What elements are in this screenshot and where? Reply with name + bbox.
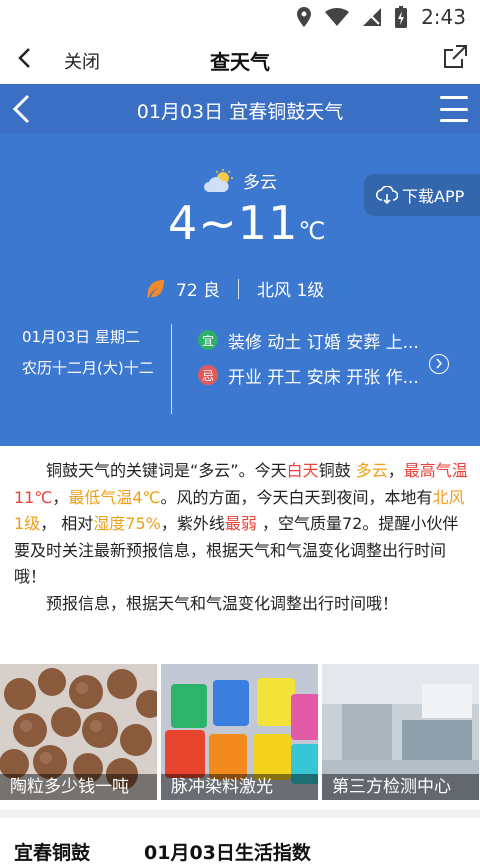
- text: ，: [52, 487, 69, 507]
- life-index-title: 01月03日生活指数: [144, 842, 311, 864]
- yi-text: 装修 动土 订婚 安葬 上...: [228, 332, 419, 353]
- ad-card[interactable]: 陶粒多少钱一吨: [0, 664, 157, 800]
- cloud-download-icon: [376, 186, 398, 204]
- open-external-button[interactable]: [442, 44, 470, 72]
- ad-card[interactable]: 脉冲染料激光: [161, 664, 318, 800]
- temperature-range: 4~11℃: [168, 196, 326, 250]
- weather-description: 铜鼓天气的关键词是“多云”。今天白天铜鼓 多云，最高气温11℃，最低气温4℃。风…: [14, 458, 468, 618]
- menu-line: [440, 96, 468, 99]
- no-sim-icon: [363, 8, 382, 26]
- ad-caption: 陶粒多少钱一吨: [0, 774, 157, 800]
- text: 铜鼓天气的关键词是“多云”。今天: [46, 461, 287, 480]
- temperature-unit: ℃: [298, 217, 327, 245]
- menu-line: [440, 107, 468, 111]
- life-index-header: 宜春铜鼓 01月03日生活指数: [14, 838, 311, 865]
- text: 。风的方面，今天白天到夜间，本地有: [160, 487, 433, 507]
- chevron-right-icon: [436, 358, 443, 369]
- date-info: 01月03日 星期二 农历十二月(大)十二: [22, 326, 162, 380]
- life-index-location: 宜春铜鼓: [14, 842, 91, 864]
- close-button[interactable]: 关闭: [64, 48, 100, 74]
- download-app-label: 下载APP: [402, 187, 465, 206]
- almanac-ji-row: 忌 开业 开工 安床 开张 作...: [198, 363, 438, 387]
- wifi-icon: [325, 8, 350, 26]
- text: 铜鼓: [318, 461, 356, 480]
- temperature-value: 4~11: [168, 196, 299, 250]
- ad-strip: 陶粒多少钱一吨 脉冲染料激光 第三方检测中心: [0, 664, 480, 800]
- lunar-date: 农历十二月(大)十二: [22, 359, 154, 377]
- wind-info: 北风 1级: [257, 281, 325, 301]
- chevron-left-icon: [18, 48, 30, 68]
- ji-text: 开业 开工 安床 开张 作...: [228, 367, 419, 388]
- almanac-more-button[interactable]: [429, 354, 449, 374]
- partly-cloudy-icon: [204, 168, 233, 192]
- highlight-condition: 多云: [355, 461, 388, 480]
- text: ， 相对: [40, 514, 94, 534]
- ad-caption: 第三方检测中心: [322, 774, 479, 800]
- weather-nav-bar: 01月03日 宜春铜鼓天气: [0, 84, 480, 134]
- download-app-button[interactable]: 下载APP: [364, 174, 480, 216]
- text: ，紫外线: [160, 514, 225, 534]
- text: ，: [387, 461, 404, 480]
- status-time: 2:43: [421, 5, 466, 29]
- solar-date: 01月03日 星期二: [22, 328, 140, 346]
- battery-charging-icon: [395, 6, 408, 28]
- air-wind-row: 72 良 北风 1级: [146, 276, 324, 301]
- yi-badge: 宜: [198, 330, 218, 350]
- almanac[interactable]: 宜 装修 动土 订婚 安葬 上... 忌 开业 开工 安床 开张 作...: [198, 328, 438, 398]
- back-button[interactable]: [8, 42, 40, 74]
- almanac-yi-row: 宜 装修 动土 订婚 安葬 上...: [198, 328, 438, 352]
- highlight-uv: 最弱: [224, 514, 257, 534]
- status-icons: 2:43: [297, 0, 466, 34]
- separator: [238, 278, 240, 299]
- highlight-humidity: 湿度75%: [93, 514, 161, 534]
- weather-nav-title: 01月03日 宜春铜鼓天气: [136, 101, 344, 123]
- ad-card[interactable]: 第三方检测中心: [322, 664, 479, 800]
- section-divider: [0, 810, 480, 818]
- location-icon: [297, 7, 312, 27]
- vertical-divider: [171, 324, 172, 414]
- weather-condition: 多云: [243, 173, 277, 193]
- description-paragraph: 铜鼓天气的关键词是“多云”。今天白天铜鼓 多云，最高气温11℃，最低气温4℃。风…: [14, 458, 468, 591]
- app-bar: 关闭 查天气: [0, 34, 480, 85]
- air-quality: 72 良: [176, 281, 221, 301]
- ji-badge: 忌: [198, 365, 218, 385]
- menu-button[interactable]: [440, 96, 468, 122]
- highlight-daytime: 白天: [286, 461, 319, 480]
- open-external-icon: [444, 45, 467, 68]
- menu-line: [440, 119, 468, 122]
- ad-caption: 脉冲染料激光: [161, 774, 318, 800]
- status-bar: 2:43: [0, 0, 480, 34]
- weather-header: 01月03日 宜春铜鼓天气 多云 4~11℃ 下载APP 72 良 北风 1级 …: [0, 84, 480, 446]
- description-paragraph-2: 预报信息，根据天气和气温变化调整出行时间哦！: [46, 593, 399, 613]
- leaf-icon: [147, 279, 164, 298]
- highlight-low-temp: 最低气温4℃: [68, 487, 161, 507]
